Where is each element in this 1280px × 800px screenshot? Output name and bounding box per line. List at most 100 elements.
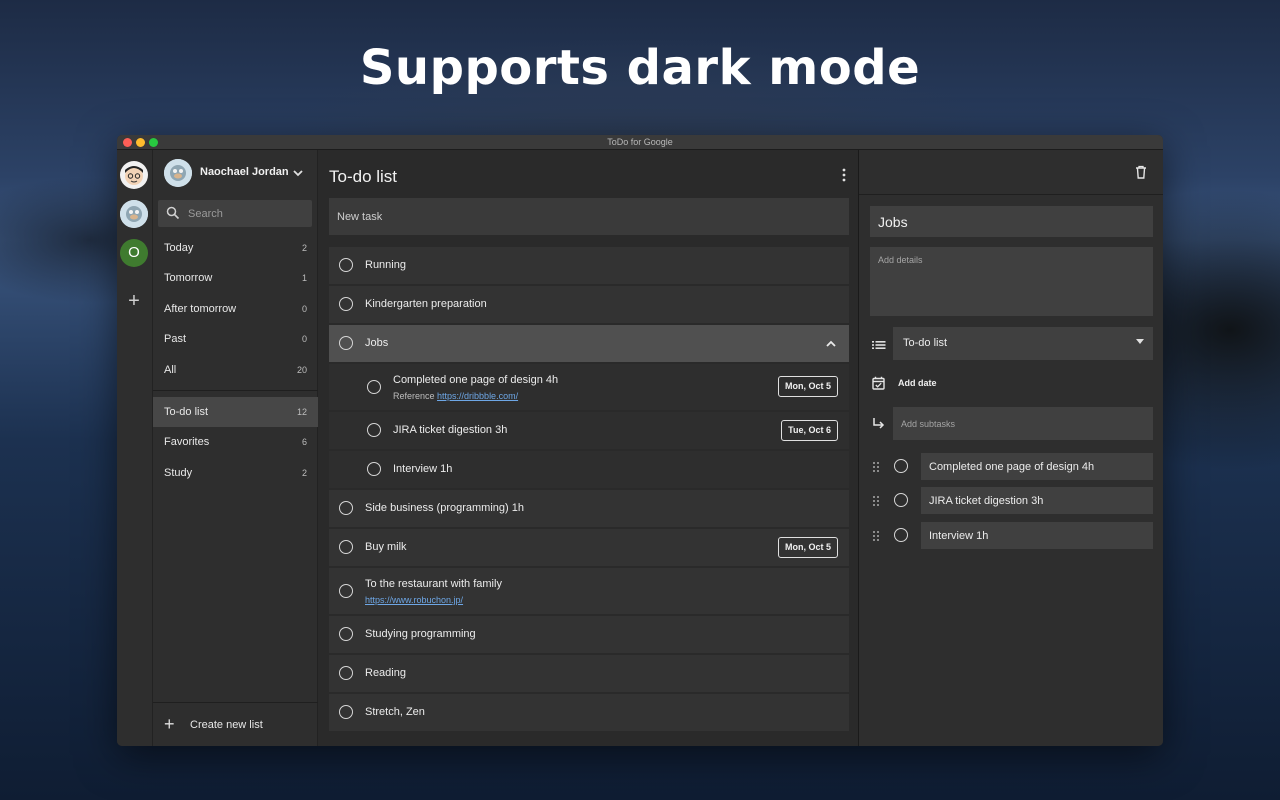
- add-account-plus-icon[interactable]: +: [125, 291, 143, 311]
- sidebar-item-today[interactable]: Today 2: [153, 233, 318, 263]
- subtask-checkbox[interactable]: [894, 528, 908, 542]
- chevron-up-icon[interactable]: [825, 337, 837, 355]
- account-avatar-3[interactable]: O: [120, 239, 148, 267]
- task-link[interactable]: https://www.robuchon.jp/: [365, 595, 463, 605]
- task-row[interactable]: To the restaurant with family https://ww…: [329, 568, 849, 614]
- task-row[interactable]: Reading: [329, 655, 849, 692]
- list-icon: [872, 338, 886, 356]
- trash-icon[interactable]: [1135, 165, 1147, 184]
- search-input[interactable]: [188, 200, 306, 227]
- task-checkbox[interactable]: [367, 380, 381, 394]
- sidebar-item-label: All: [164, 364, 177, 376]
- create-new-list-button[interactable]: + Create new list: [153, 702, 318, 746]
- subtask-label: Completed one page of design 4h: [929, 461, 1095, 473]
- task-checkbox[interactable]: [339, 627, 353, 641]
- more-vertical-icon[interactable]: [838, 168, 850, 185]
- account-avatar-1[interactable]: [120, 161, 148, 189]
- task-title: Studying programming: [365, 628, 476, 640]
- search-icon: [166, 206, 180, 225]
- task-checkbox[interactable]: [367, 423, 381, 437]
- task-row[interactable]: Side business (programming) 1h: [329, 490, 849, 527]
- subtask-label: JIRA ticket digestion 3h: [929, 495, 1044, 507]
- list-select[interactable]: To-do list: [893, 327, 1153, 360]
- task-checkbox[interactable]: [339, 501, 353, 515]
- sidebar-item-label: Favorites: [164, 436, 210, 448]
- task-checkbox[interactable]: [339, 297, 353, 311]
- subtask-row[interactable]: Interview 1h: [329, 451, 849, 488]
- task-title: JIRA ticket digestion 3h: [393, 424, 508, 436]
- due-date-chip[interactable]: Mon, Oct 5: [777, 537, 838, 558]
- task-checkbox[interactable]: [339, 705, 353, 719]
- sidebar-item-count: 12: [296, 407, 307, 417]
- create-new-list-label: Create new list: [190, 719, 263, 731]
- task-checkbox[interactable]: [339, 666, 353, 680]
- subtask-checkbox[interactable]: [894, 459, 908, 473]
- sidebar-item-label: Tomorrow: [164, 272, 213, 284]
- sidebar-item-count: 1: [301, 273, 307, 283]
- task-row-selected[interactable]: Jobs: [329, 325, 849, 362]
- window-title: ToDo for Google: [607, 137, 673, 147]
- task-title: Stretch, Zen: [365, 706, 425, 718]
- detail-subtask-item[interactable]: Completed one page of design 4h: [872, 453, 1153, 480]
- subtask-field[interactable]: Interview 1h: [921, 522, 1153, 549]
- task-row[interactable]: Studying programming: [329, 616, 849, 653]
- chevron-down-icon[interactable]: [292, 161, 304, 184]
- sidebar-item-after-tomorrow[interactable]: After tomorrow 0: [153, 294, 318, 324]
- subtask-row[interactable]: Completed one page of design 4h Referenc…: [329, 364, 849, 410]
- sidebar-item-past[interactable]: Past 0: [153, 324, 318, 354]
- title-bar: ToDo for Google: [117, 135, 1163, 150]
- task-title: Completed one page of design 4h: [393, 374, 559, 386]
- sidebar-item-count: 0: [301, 334, 307, 344]
- app-window: ToDo for Google O + Naochael Jordan Sear…: [117, 135, 1163, 746]
- task-row[interactable]: Stretch, Zen: [329, 694, 849, 731]
- task-checkbox[interactable]: [339, 258, 353, 272]
- account-avatar-2[interactable]: [120, 200, 148, 228]
- list-select-value: To-do list: [903, 337, 948, 349]
- user-name: Naochael Jordan: [200, 166, 289, 178]
- add-date-button[interactable]: Add date: [898, 378, 937, 388]
- task-row[interactable]: Buy milk Mon, Oct 5: [329, 529, 849, 566]
- task-title-field[interactable]: [870, 206, 1153, 237]
- new-task-input[interactable]: [329, 198, 849, 235]
- detail-subtask-item[interactable]: Interview 1h: [872, 522, 1153, 549]
- user-menu[interactable]: Naochael Jordan: [164, 159, 309, 187]
- subtask-label: Interview 1h: [929, 530, 989, 542]
- task-title: Running: [365, 259, 406, 271]
- task-checkbox[interactable]: [339, 584, 353, 598]
- subtask-field[interactable]: Completed one page of design 4h: [921, 453, 1153, 480]
- task-title: Kindergarten preparation: [365, 298, 487, 310]
- sidebar-item-favorites[interactable]: Favorites 6: [153, 427, 318, 457]
- subtask-row[interactable]: JIRA ticket digestion 3h Tue, Oct 6: [329, 412, 849, 449]
- sidebar-item-label: Study: [164, 467, 193, 479]
- sidebar-item-todo-list[interactable]: To-do list 12: [153, 397, 318, 427]
- drag-handle-icon[interactable]: [872, 494, 880, 512]
- subtask-field[interactable]: JIRA ticket digestion 3h: [921, 487, 1153, 514]
- subtask-checkbox[interactable]: [894, 493, 908, 507]
- due-date-chip[interactable]: Mon, Oct 5: [777, 376, 838, 397]
- task-link[interactable]: https://dribbble.com/: [437, 391, 518, 401]
- task-details-field[interactable]: [870, 247, 1153, 316]
- task-note: Reference https://dribbble.com/: [393, 391, 518, 401]
- task-checkbox[interactable]: [339, 540, 353, 554]
- plus-icon: +: [164, 714, 175, 734]
- task-row[interactable]: Kindergarten preparation: [329, 286, 849, 323]
- task-checkbox[interactable]: [367, 462, 381, 476]
- subtask-arrow-icon: [872, 417, 885, 435]
- task-title: Reading: [365, 667, 406, 679]
- sidebar-item-tomorrow[interactable]: Tomorrow 1: [153, 263, 318, 293]
- sidebar-item-count: 2: [301, 468, 307, 478]
- search-box[interactable]: [158, 200, 312, 227]
- task-row[interactable]: Running: [329, 247, 849, 284]
- task-list-panel: To-do list Running Kindergarten preparat…: [318, 150, 859, 746]
- sidebar-item-study[interactable]: Study 2: [153, 458, 318, 488]
- sidebar: Naochael Jordan Today 2 Tomorrow 1: [153, 150, 318, 746]
- task-checkbox[interactable]: [339, 336, 353, 350]
- add-subtasks-input[interactable]: [893, 407, 1153, 440]
- task-note-prefix: Reference: [393, 391, 438, 401]
- due-date-chip[interactable]: Tue, Oct 6: [781, 420, 838, 441]
- drag-handle-icon[interactable]: [872, 460, 880, 478]
- drag-handle-icon[interactable]: [872, 529, 880, 547]
- detail-subtask-item[interactable]: JIRA ticket digestion 3h: [872, 487, 1153, 514]
- task-detail-panel: To-do list Add date Completed one page o…: [859, 150, 1163, 746]
- sidebar-item-all[interactable]: All 20: [153, 355, 318, 385]
